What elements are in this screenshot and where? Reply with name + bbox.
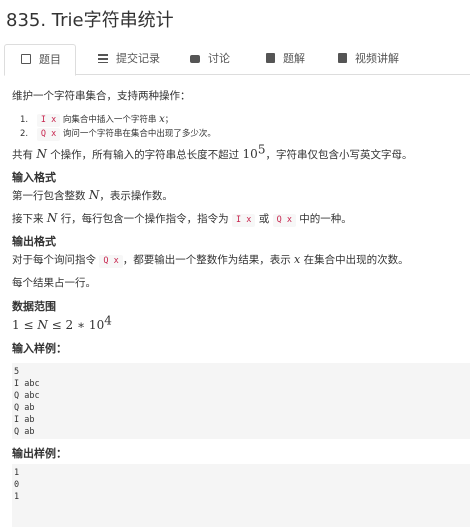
book-filled-icon xyxy=(266,53,275,63)
list-text: 向集合中插入一个字符串 xyxy=(62,115,157,125)
data-range-formula: 1 ≤ N ≤ 2 ∗ 104 xyxy=(12,313,112,334)
intro-text: 维护一个字符串集合，支持两种操作： xyxy=(12,90,191,102)
code-inline: I x xyxy=(232,214,256,227)
input-line-2: 接下来 N 行，每行包含一个操作指令，指令为 I x 或 Q x 中的一种。 xyxy=(12,210,352,227)
code-line: I ab xyxy=(14,415,35,425)
list-text: ； xyxy=(164,115,174,125)
math-exponent: 4 xyxy=(104,313,112,328)
math-var: N xyxy=(37,318,48,332)
text: ，表示操作数。 xyxy=(99,190,173,202)
tab-discussion[interactable]: 讨论 xyxy=(190,44,230,74)
list-text: 询问一个字符串在集合中出现了多少次。 xyxy=(62,129,216,139)
text: 第一行包含整数 xyxy=(12,190,86,202)
sample-output-block: 1 0 1 xyxy=(12,464,470,527)
code-line: 5 xyxy=(14,367,20,377)
math-text: ≤ 2 ∗ 10 xyxy=(47,318,105,332)
code-line: Q abc xyxy=(14,391,40,401)
text: 或 xyxy=(258,213,270,225)
tab-problem[interactable]: 题目 xyxy=(4,44,76,76)
tab-label: 题解 xyxy=(283,52,305,65)
text: 共有 xyxy=(12,149,33,161)
list-icon xyxy=(98,54,108,63)
sample-input-heading: 输入样例： xyxy=(12,342,67,355)
code-line: 1 xyxy=(14,492,20,502)
code-inline: Q x xyxy=(272,214,296,227)
code-line: 1 xyxy=(14,468,20,478)
text: 在集合中出现的次数。 xyxy=(303,254,409,266)
code-line: I abc xyxy=(14,379,40,389)
text: 接下来 xyxy=(12,213,44,225)
text: 行，每行包含一个操作指令，指令为 xyxy=(60,213,229,225)
sample-input-block: 5 I abc Q abc Q ab I ab Q ab xyxy=(12,363,470,439)
book-icon xyxy=(21,54,31,64)
list-number: 1. xyxy=(20,115,29,125)
output-format-heading: 输出格式 xyxy=(12,235,56,248)
constraint-text: 共有 N 个操作，所有输入的字符串总长度不超过 105，字符串仅包含小写英文字母… xyxy=(12,144,413,163)
text: ，字符串仅包含小写英文字母。 xyxy=(265,149,413,161)
output-line-1: 对于每个询问指令 Q x ，都要输出一个整数作为结果，表示 x 在集合中出现的次数… xyxy=(12,252,409,268)
problem-tabs: 题目 提交记录 讨论 题解 视频讲解 xyxy=(4,44,470,76)
tab-video[interactable]: 视频讲解 xyxy=(338,44,399,74)
math-number: 10 xyxy=(242,147,258,161)
output-line-2: 每个结果占一行。 xyxy=(12,277,96,289)
video-icon xyxy=(338,53,347,63)
text: ，都要输出一个整数作为结果，表示 xyxy=(122,254,291,266)
math-var: N xyxy=(36,147,47,161)
sample-output-heading: 输出样例： xyxy=(12,447,67,460)
tab-solutions[interactable]: 题解 xyxy=(266,44,305,74)
code-inline: Q x xyxy=(99,255,123,268)
math-text: 1 ≤ xyxy=(12,318,38,332)
tab-label: 讨论 xyxy=(208,52,230,65)
data-range-heading: 数据范围 xyxy=(12,300,56,313)
text: 中的一种。 xyxy=(299,213,352,225)
code-line: Q ab xyxy=(14,427,35,437)
tab-submissions[interactable]: 提交记录 xyxy=(98,44,160,74)
list-number: 2. xyxy=(20,129,29,139)
code-line: 0 xyxy=(14,480,20,490)
code-line: Q ab xyxy=(14,403,35,413)
tab-label: 题目 xyxy=(39,53,61,66)
math-var: N xyxy=(88,188,100,202)
tab-label: 提交记录 xyxy=(116,52,160,65)
input-format-heading: 输入格式 xyxy=(12,171,56,184)
code-inline: Q x xyxy=(36,128,61,141)
list-item: 2. Q x 询问一个字符串在集合中出现了多少次。 xyxy=(20,126,216,142)
page-title: 835. Trie字符串统计 xyxy=(6,10,174,31)
text: 个操作，所有输入的字符串总长度不超过 xyxy=(50,149,240,161)
input-line-1: 第一行包含整数 N，表示操作数。 xyxy=(12,187,173,204)
text: 对于每个询问指令 xyxy=(12,254,96,266)
math-var: x xyxy=(294,253,301,266)
math-var: N xyxy=(46,211,58,225)
comment-icon xyxy=(190,55,200,63)
tab-label: 视频讲解 xyxy=(355,52,399,65)
